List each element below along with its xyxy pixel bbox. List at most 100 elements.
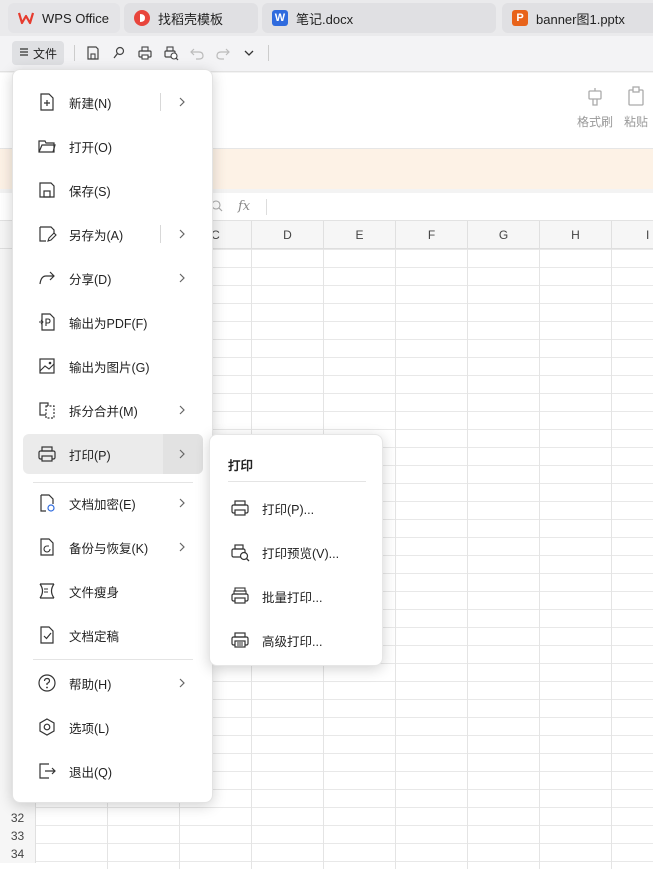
column-header[interactable]: F: [396, 221, 468, 249]
tab-notes-docx[interactable]: W 笔记.docx: [262, 3, 496, 33]
menu-divider: [33, 659, 193, 660]
column-header[interactable]: I: [612, 221, 653, 249]
options-icon: [35, 715, 59, 739]
chevron-right-icon: [179, 229, 185, 239]
format-painter-icon: [588, 88, 602, 106]
file-menu: 新建(N) 打开(O) 保存(S) 另存为(A) 分享(D) 输出为PDF(F)…: [12, 69, 213, 803]
menu-item-print[interactable]: 打印(P): [23, 434, 203, 474]
paste-button[interactable]: 粘贴: [618, 85, 653, 130]
chevron-right-icon: [179, 678, 185, 688]
menu-item-label: 打开(O): [69, 140, 113, 155]
tab-label: WPS Office: [42, 10, 109, 26]
split-divider: [160, 93, 161, 111]
format-painter-label: 格式刷: [576, 115, 613, 129]
share-icon: [35, 266, 59, 290]
menu-item-label: 输出为图片(G): [69, 360, 150, 375]
menu-item-label: 输出为PDF(F): [69, 316, 148, 331]
submenu-item-print-preview[interactable]: 打印预览(V)...: [220, 534, 374, 570]
batch-print-icon: [228, 584, 252, 608]
paste-icon: [628, 86, 644, 106]
chevron-right-icon: [179, 97, 185, 107]
finalize-doc-icon: [35, 623, 59, 647]
chevron-right-icon: [179, 498, 185, 508]
menu-item-finalize[interactable]: 文档定稿: [23, 615, 203, 655]
toolbar-divider: [74, 45, 75, 61]
tab-banner-pptx[interactable]: P banner图1.pptx: [502, 3, 653, 33]
chevron-right-icon: [179, 273, 185, 283]
chevron-right-icon: [179, 405, 185, 415]
menu-item-label: 分享(D): [69, 272, 112, 287]
submenu-item-label: 打印(P)...: [262, 502, 315, 517]
tab-label: 笔记.docx: [296, 11, 354, 27]
menu-item-share[interactable]: 分享(D): [23, 258, 203, 298]
toolbar-divider: [268, 45, 269, 61]
menu-item-label: 打印(P): [69, 448, 111, 463]
menu-item-open[interactable]: 打开(O): [23, 126, 203, 166]
row-header[interactable]: 33: [0, 827, 36, 845]
tab-docer-templates[interactable]: 找稻壳模板: [124, 3, 258, 33]
quick-toolbar: 文件: [0, 36, 653, 72]
tab-wps-office[interactable]: WPS Office: [8, 3, 120, 33]
save-icon[interactable]: [84, 44, 102, 62]
menu-item-label: 另存为(A): [69, 228, 124, 243]
menu-item-label: 帮助(H): [69, 677, 112, 692]
file-menu-label: 文件: [32, 46, 57, 61]
split-merge-icon: [35, 398, 59, 422]
print-submenu: 打印 打印(P)... 打印预览(V)... 批量打印... 高级打印...: [209, 434, 383, 666]
menu-item-label: 拆分合并(M): [69, 404, 138, 419]
undo-icon[interactable]: [188, 44, 206, 62]
chevron-right-icon: [179, 542, 185, 552]
menu-item-label: 保存(S): [69, 184, 111, 199]
column-header[interactable]: G: [468, 221, 540, 249]
menu-item-file-slim[interactable]: 文件瘦身: [23, 571, 203, 611]
print-icon[interactable]: [136, 44, 154, 62]
submenu-item-advanced-print[interactable]: 高级打印...: [220, 622, 374, 658]
paste-label: 粘贴: [623, 115, 648, 129]
format-brush-icon[interactable]: [110, 44, 128, 62]
menu-item-help[interactable]: 帮助(H): [23, 663, 203, 703]
file-slim-icon: [35, 579, 59, 603]
menu-item-label: 退出(Q): [69, 765, 113, 780]
submenu-item-label: 打印预览(V)...: [262, 546, 340, 561]
chevron-right-icon: [179, 449, 185, 459]
menu-item-save[interactable]: 保存(S): [23, 170, 203, 210]
menu-item-options[interactable]: 选项(L): [23, 707, 203, 747]
menu-item-export-pdf[interactable]: 输出为PDF(F): [23, 302, 203, 342]
menu-item-label: 选项(L): [69, 721, 110, 736]
submenu-item-print[interactable]: 打印(P)...: [220, 490, 374, 526]
row-header[interactable]: 34: [0, 845, 36, 863]
menu-item-split-merge[interactable]: 拆分合并(M): [23, 390, 203, 430]
column-header[interactable]: D: [252, 221, 324, 249]
submenu-item-batch-print[interactable]: 批量打印...: [220, 578, 374, 614]
title-tab-bar: WPS Office 找稻壳模板 W 笔记.docx P banner图1.pp…: [0, 0, 653, 36]
menu-item-backup-restore[interactable]: 备份与恢复(K): [23, 527, 203, 567]
column-header[interactable]: E: [324, 221, 396, 249]
file-menu-button[interactable]: 文件: [12, 41, 64, 65]
menu-item-label: 备份与恢复(K): [69, 541, 149, 556]
export-pdf-icon: [35, 310, 59, 334]
print-preview-icon: [228, 540, 252, 564]
advanced-print-icon: [228, 628, 252, 652]
menu-item-export-image[interactable]: 输出为图片(G): [23, 346, 203, 386]
menu-item-encrypt[interactable]: 文档加密(E): [23, 483, 203, 523]
menu-item-label: 文件瘦身: [69, 585, 120, 600]
chevron-down-icon[interactable]: [240, 44, 258, 62]
menu-item-exit[interactable]: 退出(Q): [23, 751, 203, 791]
wps-logo-icon: [18, 10, 34, 26]
column-header[interactable]: H: [540, 221, 612, 249]
docer-logo-icon: [134, 10, 150, 26]
redo-icon[interactable]: [214, 44, 232, 62]
row-header[interactable]: 32: [0, 809, 36, 827]
backup-restore-icon: [35, 535, 59, 559]
print-preview-icon[interactable]: [162, 44, 180, 62]
tab-label: 找稻壳模板: [158, 11, 224, 27]
menu-item-new[interactable]: 新建(N): [23, 82, 203, 122]
menu-item-label: 新建(N): [69, 96, 112, 111]
menu-item-save-as[interactable]: 另存为(A): [23, 214, 203, 254]
fx-icon[interactable]: fx: [238, 199, 250, 214]
submenu-item-label: 批量打印...: [262, 590, 323, 605]
save-icon: [35, 178, 59, 202]
submenu-item-label: 高级打印...: [262, 634, 323, 649]
format-painter-button[interactable]: 格式刷: [575, 85, 615, 130]
menu-item-label: 文档定稿: [69, 629, 120, 644]
